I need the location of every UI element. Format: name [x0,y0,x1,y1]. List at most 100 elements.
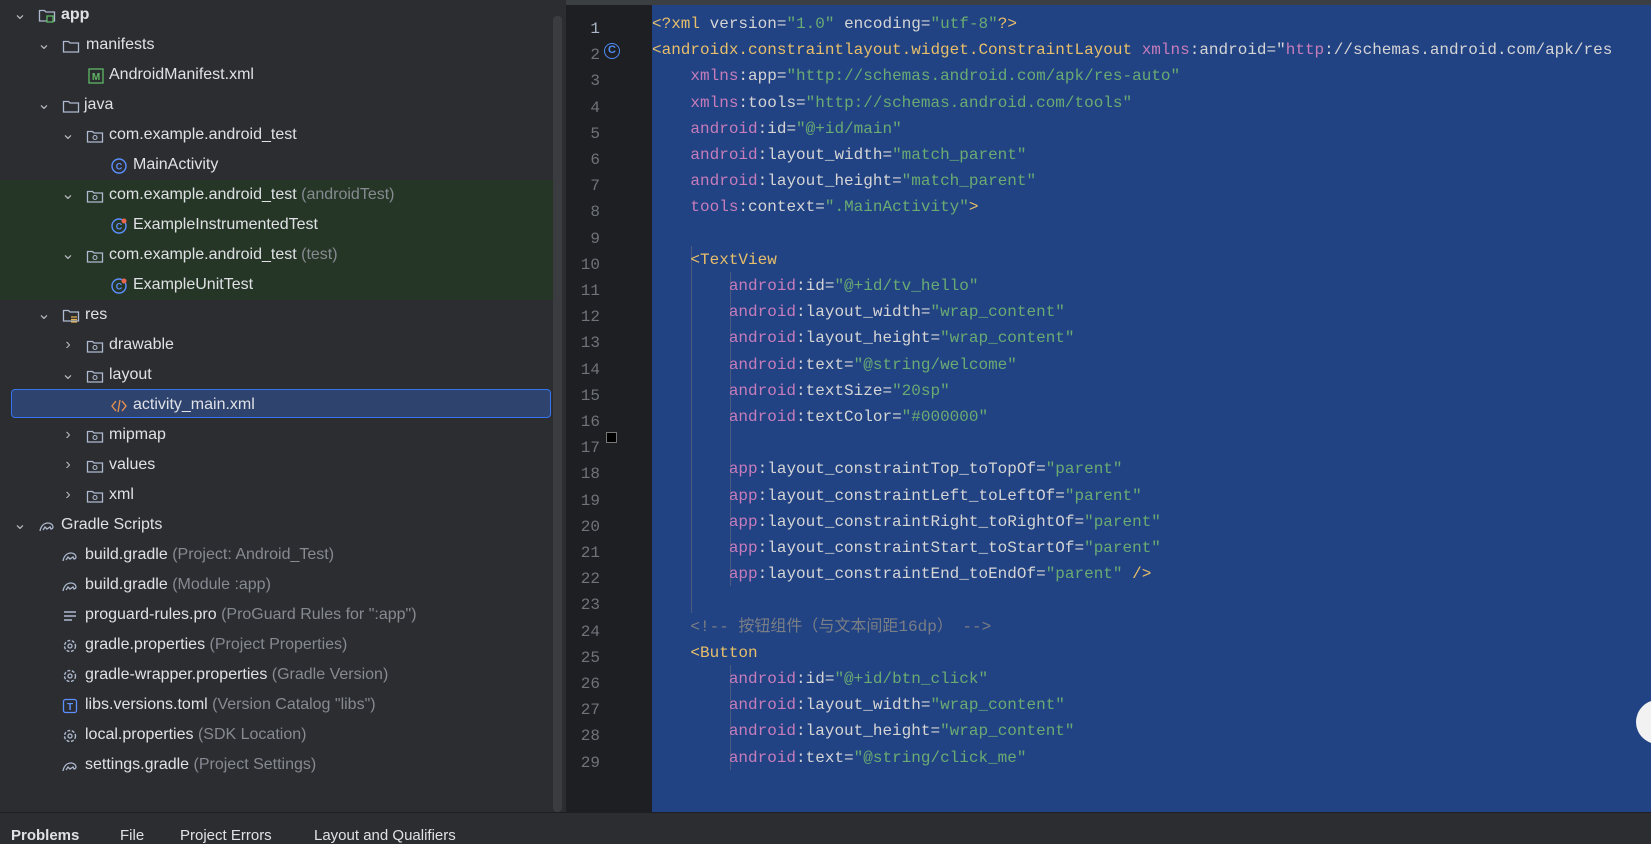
tree-item[interactable]: build.gradle (Module :app) [0,570,553,600]
tree-item-label: com.example.android_test [109,246,297,263]
class-gutter-icon[interactable]: C [604,43,620,59]
code-line[interactable]: android:layout_width="wrap_content" [652,299,1065,326]
chevron-down-icon[interactable]: ⌄ [61,120,75,150]
tree-item-hint: (Version Catalog "libs") [212,696,376,713]
tree-item-label: manifests [86,36,155,53]
chevron-down-icon[interactable]: ⌄ [37,90,51,120]
tree-item[interactable]: ⌄ com.example.android_test (test) [0,240,553,270]
code-line[interactable]: xmlns:app="http://schemas.android.com/ap… [652,63,1180,90]
code-line[interactable]: <?xml version="1.0" encoding="utf-8"?> [652,11,1017,38]
tree-item[interactable]: ⌄ manifests [0,30,553,60]
project-tree-panel: ⌄ app ⌄ manifests M AndroidManifest.xml ⌄ java ⌄… [0,0,553,812]
folder-icon [62,96,80,114]
chevron-right-icon[interactable]: › [61,450,75,480]
code-line[interactable]: android:layout_height="wrap_content" [652,718,1075,745]
code-editor[interactable]: C 1 2 3 4 5 6 7 8 9 10 11 12 13 14 15 16 17 18 19 20 21 22 23 2… [566,0,1651,812]
chevron-down-icon[interactable]: ⌄ [61,240,75,270]
tree-item[interactable]: M AndroidManifest.xml [0,60,553,90]
line-number: 18 [580,465,600,484]
code-line[interactable]: app:layout_constraintRight_toRightOf="pa… [652,509,1161,536]
gradle-icon [61,756,79,774]
test-class-icon: C [110,216,128,234]
tree-item[interactable]: activity_main.xml [0,390,553,420]
code-line[interactable]: android:id="@+id/tv_hello" [652,273,979,300]
tree-item[interactable]: ⌄ com.example.android_test [0,120,553,150]
tree-item[interactable]: local.properties (SDK Location) [0,720,553,750]
tab-file[interactable]: File [120,827,144,844]
tree-item[interactable]: ⌄ layout [0,360,553,390]
tree-item[interactable]: proguard-rules.pro (ProGuard Rules for "… [0,600,553,630]
chevron-down-icon[interactable]: ⌄ [61,360,75,390]
code-line[interactable]: android:textColor="#000000" [652,404,988,431]
code-line[interactable]: app:layout_constraintEnd_toEndOf="parent… [652,561,1152,588]
tree-item[interactable]: C MainActivity [0,150,553,180]
tree-item-label: build.gradle [85,576,168,593]
code-line[interactable]: <androidx.constraintlayout.widget.Constr… [652,37,1612,64]
color-swatch-icon[interactable] [606,432,617,443]
chevron-right-icon[interactable]: › [61,330,75,360]
chevron-right-icon[interactable]: › [61,420,75,450]
code-line[interactable]: android:layout_width="wrap_content" [652,692,1065,719]
tree-item[interactable]: Tlibs.versions.toml (Version Catalog "li… [0,690,553,720]
code-line[interactable]: android:id="@+id/btn_click" [652,666,988,693]
code-line[interactable]: android:text="@string/welcome" [652,352,1017,379]
tree-item-label: MainActivity [133,156,219,173]
code-line[interactable]: android:layout_height="wrap_content" [652,325,1075,352]
chevron-down-icon[interactable]: ⌄ [61,180,75,210]
svg-text:T: T [67,702,73,713]
package-icon [86,246,104,264]
tree-scrollbar[interactable] [553,16,562,812]
line-number: 17 [580,439,600,458]
tree-item[interactable]: ⌄ com.example.android_test (androidTest) [0,180,553,210]
chevron-down-icon[interactable]: ⌄ [13,510,27,540]
tree-item[interactable]: ⌄ app [0,0,553,30]
code-line[interactable]: app:layout_constraintLeft_toLeftOf="pare… [652,483,1142,510]
tree-item[interactable]: ⌄ Gradle Scripts [0,510,553,540]
line-number: 28 [580,727,600,746]
code-line[interactable]: <Button [652,640,757,667]
tree-item[interactable]: C ExampleInstrumentedTest [0,210,553,240]
tab-layout-and-qualifiers[interactable]: Layout and Qualifiers [314,827,456,844]
package-icon [86,126,104,144]
tree-item-label: proguard-rules.pro [85,606,217,623]
code-line[interactable]: android:layout_height="match_parent" [652,168,1036,195]
tree-item[interactable]: settings.gradle (Project Settings) [0,750,553,780]
tree-item-hint: (ProGuard Rules for ":app") [221,606,417,623]
tree-item[interactable]: build.gradle (Project: Android_Test) [0,540,553,570]
svg-text:C: C [116,222,123,232]
tree-item-label: build.gradle [85,546,168,563]
tree-item[interactable]: › values [0,450,553,480]
gear-icon [61,726,79,744]
tree-item[interactable]: ⌄ java [0,90,553,120]
code-line[interactable]: tools:context=".MainActivity"> [652,194,978,221]
code-line[interactable]: <!-- 按钮组件（与文本间距16dp） --> [652,614,991,641]
tab-project-errors[interactable]: Project Errors [180,827,272,844]
chevron-right-icon[interactable]: › [61,480,75,510]
code-line[interactable]: app:layout_constraintTop_toTopOf="parent… [652,456,1123,483]
tree-item[interactable]: › xml [0,480,553,510]
code-line[interactable]: android:layout_width="match_parent" [652,142,1026,169]
tree-item[interactable]: ⌄ res [0,300,553,330]
tree-item-hint: (Project Properties) [209,636,348,653]
tab-problems[interactable]: Problems [11,827,79,844]
code-line[interactable]: xmlns:tools="http://schemas.android.com/… [652,90,1132,117]
tree-item[interactable]: › mipmap [0,420,553,450]
code-line[interactable]: app:layout_constraintStart_toStartOf="pa… [652,535,1161,562]
code-area[interactable]: <?xml version="1.0" encoding="utf-8"?> <a… [652,5,1651,812]
package-icon [86,366,104,384]
chevron-down-icon[interactable]: ⌄ [13,0,27,30]
tree-item[interactable]: › drawable [0,330,553,360]
tree-item[interactable]: C ExampleUnitTest [0,270,553,300]
code-line[interactable]: <TextView [652,247,776,274]
chevron-down-icon[interactable]: ⌄ [37,300,51,330]
line-number: 25 [580,648,600,667]
svg-text:M: M [92,72,100,83]
chevron-down-icon[interactable]: ⌄ [37,30,51,60]
tree-item-label: gradle.properties [85,636,206,653]
line-number: 23 [580,596,600,615]
code-line[interactable]: android:id="@+id/main" [652,116,901,143]
code-line[interactable]: android:text="@string/click_me" [652,745,1027,772]
tree-item[interactable]: gradle-wrapper.properties (Gradle Versio… [0,660,553,690]
code-line[interactable]: android:textSize="20sp" [652,378,950,405]
tree-item[interactable]: gradle.properties (Project Properties) [0,630,553,660]
